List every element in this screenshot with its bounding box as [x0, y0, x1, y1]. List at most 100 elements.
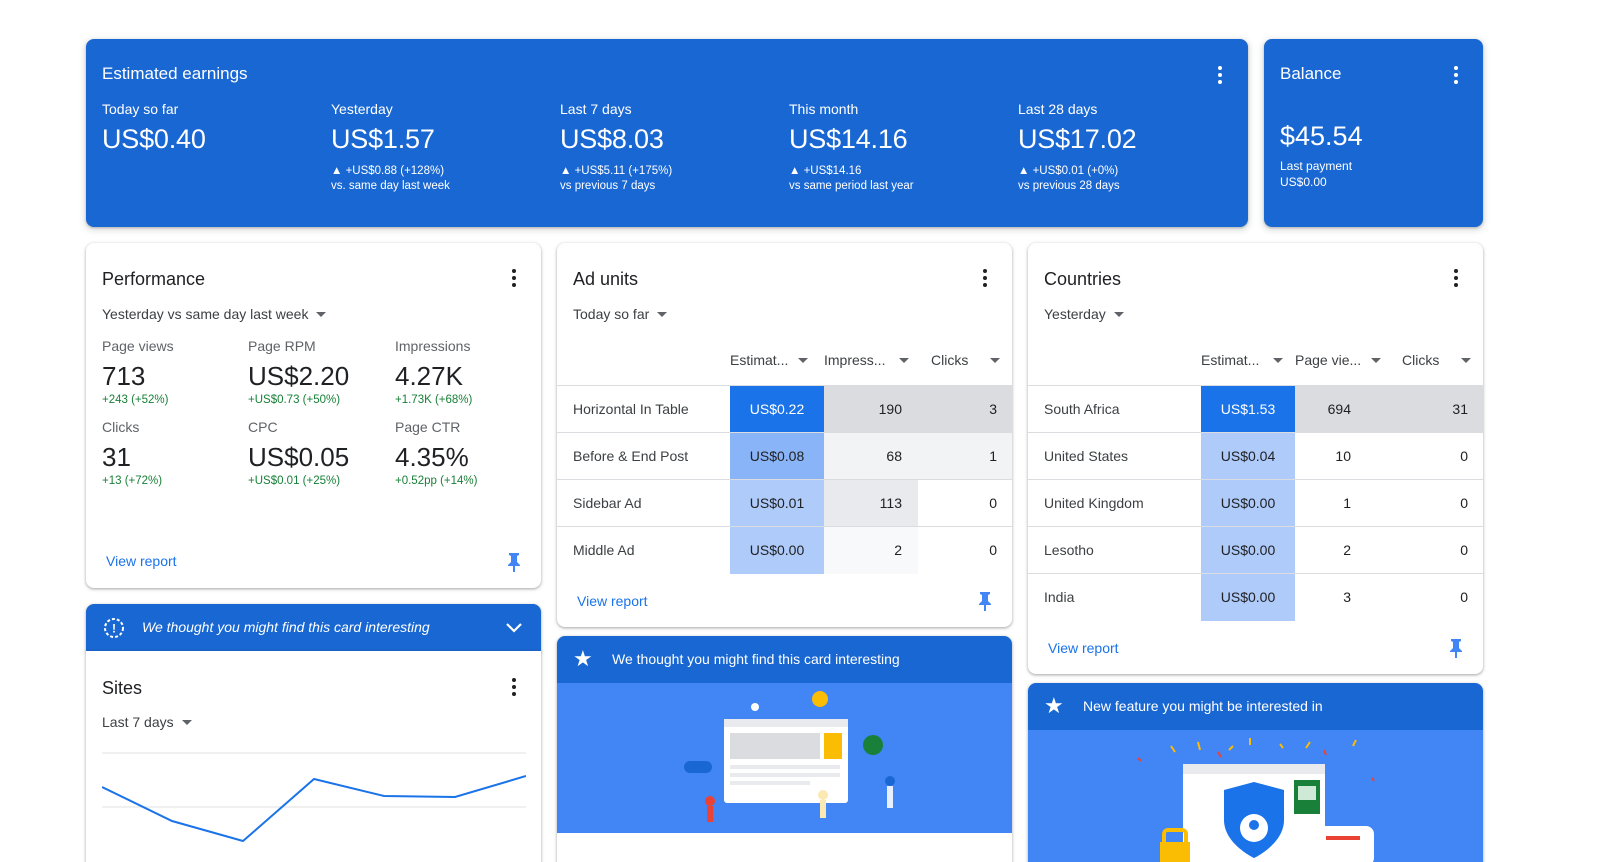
table-row[interactable]: Sidebar Ad US$0.01 113 0: [557, 479, 1012, 527]
earnings-compare: vs previous 7 days: [560, 180, 656, 192]
row-earnings: US$0.00: [1201, 574, 1295, 621]
view-report-link[interactable]: View report: [577, 593, 648, 609]
row-page-views: 1: [1343, 495, 1351, 511]
earnings-change: ▲ +US$5.11 (+175%): [560, 165, 673, 177]
metric-value: 4.35%: [395, 442, 469, 472]
metric-impressions: Impressions 4.27K +1.73K (+68%): [395, 338, 472, 406]
row-earnings: US$0.00: [1201, 480, 1295, 527]
table-row[interactable]: Lesotho US$0.00 2 0: [1028, 526, 1483, 574]
more-options-icon[interactable]: [1444, 266, 1468, 290]
earnings-change: ▲ +US$0.01 (+0%): [1018, 165, 1119, 177]
metric-change: +243 (+52%): [102, 394, 169, 406]
balance-value: $45.54: [1280, 121, 1363, 151]
performance-card: Performance Yesterday vs same day last w…: [86, 243, 541, 588]
table-row[interactable]: United Kingdom US$0.00 1 0: [1028, 479, 1483, 527]
date-range-label: Yesterday: [1044, 306, 1106, 322]
earnings-value: US$8.03: [560, 124, 664, 154]
pin-icon[interactable]: [506, 552, 522, 572]
row-earnings: US$1.53: [1201, 386, 1295, 433]
more-options-icon[interactable]: [973, 266, 997, 290]
pin-icon[interactable]: [1448, 638, 1464, 658]
new-feature-card[interactable]: ★ New feature you might be interested in: [1028, 683, 1483, 862]
row-page-views: 10: [1335, 448, 1351, 464]
row-earnings: US$0.00: [1201, 527, 1295, 574]
column-header-page-views[interactable]: Page vie...: [1295, 352, 1382, 368]
row-impressions: 68: [824, 433, 918, 480]
view-report-link[interactable]: View report: [106, 553, 177, 569]
caret-down-icon: [316, 311, 327, 317]
column-header-impressions[interactable]: Impress...: [824, 352, 910, 368]
interesting-card[interactable]: ★ We thought you might find this card in…: [557, 636, 1012, 862]
row-clicks: 0: [1460, 589, 1468, 605]
table-row[interactable]: Middle Ad US$0.00 2 0: [557, 526, 1012, 574]
row-earnings: US$0.00: [730, 527, 824, 574]
row-clicks: 0: [1460, 495, 1468, 511]
row-name: United Kingdom: [1044, 495, 1144, 511]
earnings-value: US$1.57: [331, 124, 435, 154]
star-icon: ★: [573, 646, 593, 671]
card-title: Balance: [1280, 64, 1342, 83]
row-clicks: 3: [918, 386, 1012, 433]
card-title: Countries: [1044, 269, 1122, 289]
date-range-dropdown[interactable]: Last 7 days: [102, 714, 192, 730]
row-page-views: 2: [1343, 542, 1351, 558]
new-feature-header: ★ New feature you might be interested in: [1028, 683, 1483, 730]
more-options-icon[interactable]: [1208, 63, 1232, 87]
more-options-icon[interactable]: [1444, 63, 1468, 87]
caret-down-icon: [899, 357, 910, 363]
header-label: Estimat...: [730, 352, 789, 368]
date-range-label: Yesterday vs same day last week: [102, 306, 309, 322]
date-range-dropdown[interactable]: Today so far: [573, 306, 668, 322]
row-earnings: US$0.22: [730, 386, 824, 433]
sites-line-chart: [102, 752, 526, 843]
caret-down-icon: [798, 357, 809, 363]
metric-value: 713: [102, 361, 146, 391]
column-header-clicks[interactable]: Clicks: [1402, 352, 1472, 368]
table-row[interactable]: Before & End Post US$0.08 68 1: [557, 432, 1012, 480]
date-range-dropdown[interactable]: Yesterday: [1044, 306, 1124, 322]
row-clicks: 31: [1389, 386, 1483, 433]
pin-icon[interactable]: [977, 591, 993, 611]
caret-down-icon: [1461, 357, 1472, 363]
earnings-value: US$14.16: [789, 124, 908, 154]
column-header-earnings[interactable]: Estimat...: [1201, 352, 1284, 368]
card-title: Performance: [102, 269, 206, 289]
table-row[interactable]: South Africa US$1.53 694 31: [1028, 385, 1483, 433]
row-earnings: US$0.01: [730, 480, 824, 527]
more-options-icon[interactable]: [502, 266, 526, 290]
caret-down-icon: [181, 719, 192, 725]
row-earnings: US$0.08: [730, 433, 824, 480]
more-options-icon[interactable]: [502, 675, 526, 699]
table-row[interactable]: India US$0.00 3 0: [1028, 573, 1483, 621]
metric-label: Clicks: [102, 419, 140, 435]
row-name: Middle Ad: [573, 542, 635, 558]
row-name: Sidebar Ad: [573, 495, 642, 511]
star-icon: ★: [1044, 693, 1064, 718]
caret-down-icon: [1273, 357, 1284, 363]
interesting-card-collapsed[interactable]: ! We thought you might find this card in…: [86, 604, 541, 651]
table-row[interactable]: United States US$0.04 10 0: [1028, 432, 1483, 480]
metric-value: 4.27K: [395, 361, 463, 391]
ad-units-card: Ad units Today so far Estimat... Impress…: [557, 243, 1012, 627]
date-range-label: Today so far: [573, 306, 650, 322]
view-report-link[interactable]: View report: [1048, 640, 1119, 656]
earnings-value: US$17.02: [1018, 124, 1137, 154]
card-title: Sites: [102, 678, 143, 698]
metric-change: +13 (+72%): [102, 475, 163, 487]
metric-change: +US$0.73 (+50%): [248, 394, 341, 406]
metric-change: +0.52pp (+14%): [395, 475, 478, 487]
chevron-down-icon[interactable]: [504, 619, 524, 635]
column-header-earnings[interactable]: Estimat...: [730, 352, 809, 368]
last-payment-label: Last payment: [1280, 159, 1353, 173]
row-clicks: 0: [1460, 448, 1468, 464]
row-impressions: 2: [824, 527, 918, 574]
column-header-clicks[interactable]: Clicks: [931, 352, 1001, 368]
metric-page-ctr: Page CTR 4.35% +0.52pp (+14%): [395, 419, 477, 487]
date-range-dropdown[interactable]: Yesterday vs same day last week: [102, 306, 327, 322]
header-label: Page vie...: [1295, 352, 1362, 368]
table-row[interactable]: Horizontal In Table US$0.22 190 3: [557, 385, 1012, 433]
earnings-label: Yesterday: [331, 101, 393, 117]
row-clicks: 0: [989, 495, 997, 511]
interesting-text: We thought you might find this card inte…: [612, 651, 900, 667]
metric-change: +US$0.01 (+25%): [248, 475, 341, 487]
